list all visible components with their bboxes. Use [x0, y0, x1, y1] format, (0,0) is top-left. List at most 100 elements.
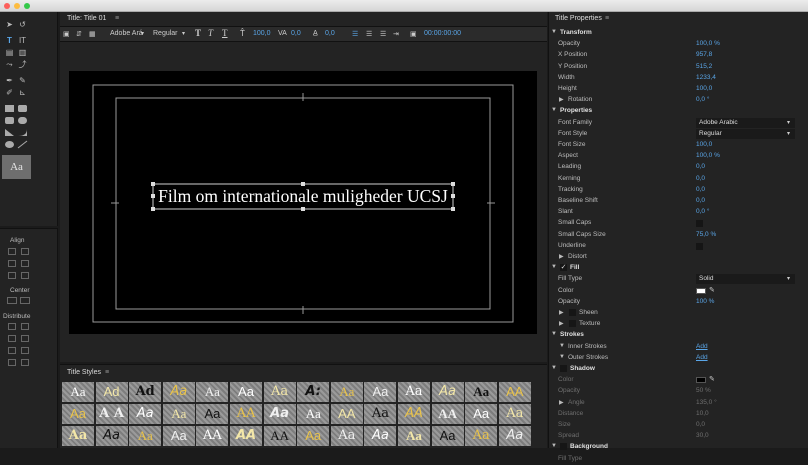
vertical-path-type-tool-icon[interactable]: ⤴ [17, 60, 28, 69]
property-value[interactable]: 1233,4 [696, 74, 716, 81]
collapse-triangle-icon[interactable]: ▶ [559, 399, 564, 406]
title-text[interactable]: Film om internationale muligheder UCSJ [153, 184, 453, 209]
vertical-area-type-tool-icon[interactable]: ▥ [17, 48, 28, 57]
color-swatch[interactable] [696, 287, 706, 294]
property-row[interactable]: Opacity 50 % [549, 386, 808, 397]
area-type-tool-icon[interactable]: ▤ [4, 48, 15, 57]
property-row[interactable]: ▶ Angle 135,0 ° [549, 398, 808, 409]
property-value[interactable]: 100 % [696, 298, 714, 305]
style-swatch[interactable]: Aa [62, 382, 94, 402]
checkbox[interactable] [696, 220, 703, 228]
style-swatch[interactable]: AA [230, 404, 262, 424]
style-swatch[interactable]: AA [230, 426, 262, 446]
property-row[interactable]: Fill Type [549, 454, 808, 465]
style-swatch[interactable]: Aa [398, 382, 430, 402]
property-row[interactable]: ▼ ✓ Fill [549, 263, 808, 274]
style-swatch[interactable]: Aa [196, 404, 229, 424]
convert-anchor-tool-icon[interactable]: ⊾ [17, 88, 28, 97]
pen-tool-icon[interactable]: ✒ [4, 76, 15, 85]
property-row[interactable]: ▶ Texture [549, 319, 808, 330]
rectangle-tool-icon[interactable] [4, 104, 15, 113]
expand-triangle-icon[interactable]: ▼ [551, 107, 557, 113]
rounded-rectangle-tool-icon[interactable] [4, 116, 15, 125]
property-value[interactable]: 100,0 % [696, 40, 720, 47]
tab-stops-icon[interactable]: ⇥ [393, 30, 399, 38]
property-value[interactable]: 0,0 [696, 421, 705, 428]
property-value[interactable]: 75,0 % [696, 231, 716, 238]
add-anchor-tool-icon[interactable]: ✐ [4, 88, 15, 97]
collapse-triangle-icon[interactable]: ▶ [559, 309, 564, 316]
expand-triangle-icon[interactable]: ▼ [551, 264, 557, 270]
zoom-icon[interactable] [24, 3, 30, 9]
checkbox[interactable] [569, 320, 576, 328]
style-swatch[interactable]: Aa [498, 426, 531, 446]
style-swatch[interactable]: Aa [162, 404, 195, 424]
path-type-tool-icon[interactable]: ⤳ [4, 60, 15, 69]
property-value[interactable]: 957,8 [696, 51, 712, 58]
center-vertical-icon[interactable] [20, 297, 30, 304]
property-value[interactable]: 135,0 ° [696, 399, 717, 406]
expand-triangle-icon[interactable]: ▼ [551, 29, 557, 35]
property-value[interactable]: 30,0 [696, 432, 709, 439]
panel-menu-icon[interactable]: ≡ [115, 15, 119, 22]
property-row[interactable]: ▶ Distort [549, 252, 808, 263]
style-swatch[interactable]: Aa [162, 426, 195, 446]
property-row[interactable]: ▼ Outer Strokes Add [549, 353, 808, 364]
property-row[interactable]: Color ✎ [549, 286, 808, 297]
distribute-left-icon[interactable] [8, 323, 16, 330]
property-row[interactable]: ▼ Transform [549, 28, 808, 39]
property-row[interactable]: X Position 957,8 [549, 50, 808, 61]
property-row[interactable]: ▶ Sheen [549, 308, 808, 319]
kerning-value[interactable]: 0,0 [291, 30, 301, 37]
property-row[interactable]: Spread 30,0 [549, 431, 808, 442]
property-row[interactable]: Y Position 515,2 [549, 62, 808, 73]
property-value[interactable]: 100,0 [696, 85, 712, 92]
property-row[interactable]: Aspect 100,0 % [549, 151, 808, 162]
show-background-video-icon[interactable]: ▣ [410, 30, 417, 38]
style-swatch[interactable]: Ad [129, 382, 162, 402]
leading-value[interactable]: 0,0 [325, 30, 335, 37]
property-row[interactable]: ▼ Properties [549, 106, 808, 117]
collapse-triangle-icon[interactable]: ▶ [559, 320, 564, 327]
align-left-text-icon[interactable]: ☰ [352, 30, 358, 38]
property-row[interactable]: Width 1233,4 [549, 73, 808, 84]
style-swatch[interactable]: Aa [431, 382, 464, 402]
line-tool-icon[interactable] [17, 140, 28, 149]
checkbox[interactable]: ✓ [560, 264, 567, 272]
clipped-rectangle-tool-icon[interactable] [17, 104, 28, 113]
distribute-right-icon[interactable] [8, 335, 16, 342]
property-value[interactable]: 100,0 % [696, 152, 720, 159]
property-dropdown[interactable]: Solid [696, 274, 795, 285]
style-swatch[interactable]: Aa [297, 426, 330, 446]
style-swatch[interactable]: AA [196, 426, 229, 446]
property-row[interactable]: Distance 10,0 [549, 409, 808, 420]
collapse-triangle-icon[interactable]: ▶ [559, 253, 564, 260]
property-value[interactable]: 0,0 ° [696, 96, 709, 103]
align-center-horizontal-icon[interactable] [21, 248, 29, 255]
style-swatch[interactable]: Aa [230, 382, 262, 402]
color-swatch[interactable] [696, 377, 706, 384]
property-row[interactable]: Small Caps Size 75,0 % [549, 230, 808, 241]
distribute-even-horizontal-icon[interactable] [21, 335, 29, 342]
style-swatch[interactable]: Aa [62, 426, 94, 446]
distribute-top-icon[interactable] [8, 347, 16, 354]
style-swatch[interactable]: Aa [364, 382, 397, 402]
distribute-bottom-icon[interactable] [8, 359, 16, 366]
roll-crawl-options-icon[interactable]: ⇵ [76, 30, 82, 38]
distribute-middle-icon[interactable] [21, 347, 29, 354]
ellipse-tool-icon[interactable] [4, 140, 15, 149]
timecode-value[interactable]: 00:00:00:00 [424, 30, 461, 37]
style-swatch[interactable]: Aa [162, 382, 195, 402]
style-swatch[interactable]: Aa [263, 382, 296, 402]
style-swatch[interactable]: AA [431, 404, 464, 424]
font-style-select[interactable]: Regular [153, 30, 178, 37]
property-dropdown[interactable]: Regular [696, 128, 795, 139]
property-row[interactable]: Font Family Adobe Arabic ▾ [549, 117, 808, 129]
style-swatch[interactable]: Aa [364, 426, 397, 446]
style-swatch[interactable]: AA [398, 404, 430, 424]
expand-triangle-icon[interactable]: ▼ [559, 354, 565, 360]
property-dropdown[interactable]: Adobe Arabic [696, 117, 795, 128]
property-value[interactable]: 50 % [696, 387, 711, 394]
property-row[interactable]: Baseline Shift 0,0 [549, 196, 808, 207]
property-value[interactable]: 0,0 [696, 197, 705, 204]
